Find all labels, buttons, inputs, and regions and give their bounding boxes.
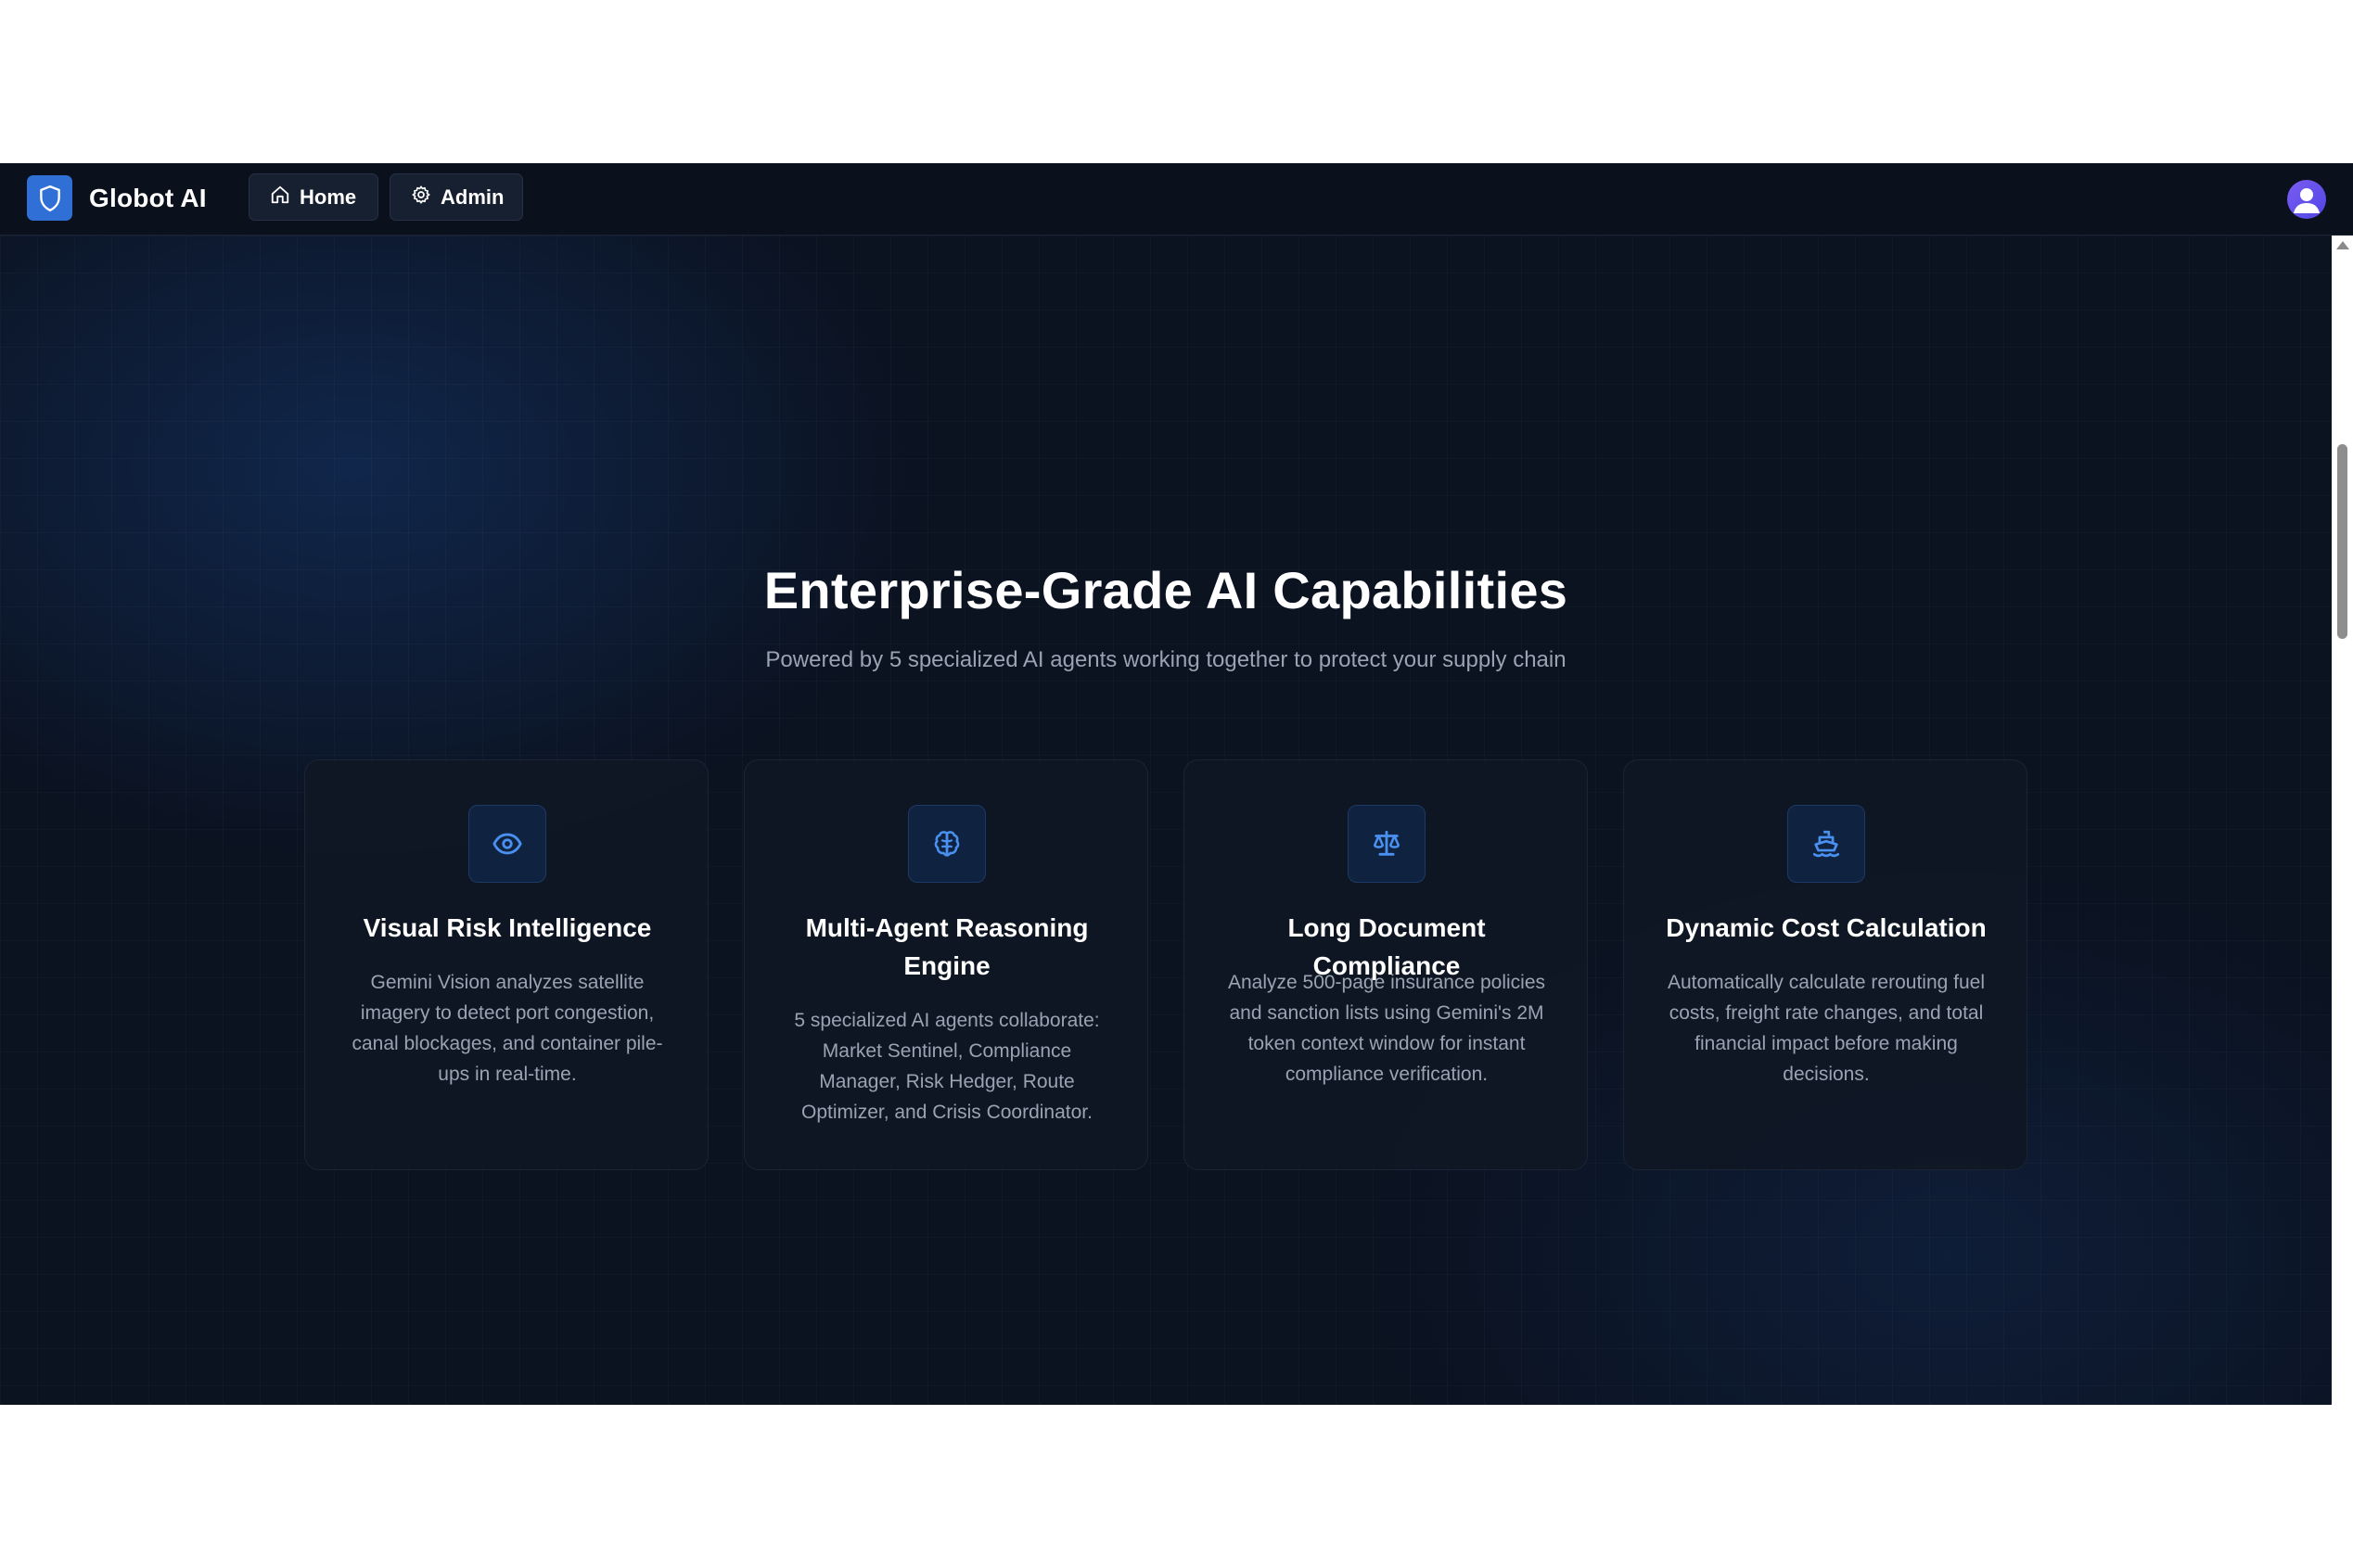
admin-button[interactable]: Admin (390, 173, 523, 221)
feature-card-compliance: Long Document Compliance Analyze 500-pag… (1183, 759, 1588, 1170)
feature-description: 5 specialized AI agents collaborate: Mar… (794, 1010, 1100, 1123)
gear-icon (411, 185, 431, 210)
home-button-label: Home (300, 185, 357, 209)
feature-card-multi-agent: Multi-Agent Reasoning Engine 5 specializ… (744, 759, 1148, 1170)
app-window: Globot AI Home Admin Enterprise-Grade AI… (0, 163, 2353, 1405)
feature-description: Analyze 500-page insurance policies and … (1227, 972, 1546, 1085)
home-button[interactable]: Home (249, 173, 378, 221)
section-subtitle: Powered by 5 specialized AI agents worki… (765, 647, 1567, 672)
main-content: Enterprise-Grade AI Capabilities Powered… (0, 236, 2332, 1405)
user-avatar-icon[interactable] (2287, 180, 2326, 219)
feature-card-cost: Dynamic Cost Calculation Automatically c… (1623, 759, 2027, 1170)
shield-icon[interactable] (27, 175, 72, 221)
top-navbar: Globot AI Home Admin (0, 163, 2353, 236)
ship-icon (1787, 805, 1865, 883)
eye-icon (468, 805, 546, 883)
scroll-up-arrow-icon[interactable] (2336, 241, 2349, 249)
scrollbar-thumb[interactable] (2337, 444, 2347, 639)
home-icon (270, 185, 290, 210)
section-title: Enterprise-Grade AI Capabilities (763, 561, 1568, 619)
brain-icon (908, 805, 986, 883)
brand-name[interactable]: Globot AI (89, 180, 207, 217)
feature-title: Visual Risk Intelligence (363, 913, 652, 942)
feature-card-visual-risk: Visual Risk Intelligence Gemini Vision a… (304, 759, 709, 1170)
feature-title: Multi-Agent Reasoning Engine (805, 913, 1089, 980)
scale-icon (1348, 805, 1426, 883)
vertical-scrollbar[interactable] (2332, 236, 2353, 1405)
feature-description: Gemini Vision analyzes satellite imagery… (352, 972, 663, 1085)
feature-title: Dynamic Cost Calculation (1666, 913, 1987, 942)
feature-description: Automatically calculate rerouting fuel c… (1667, 972, 1985, 1085)
admin-button-label: Admin (441, 185, 505, 209)
